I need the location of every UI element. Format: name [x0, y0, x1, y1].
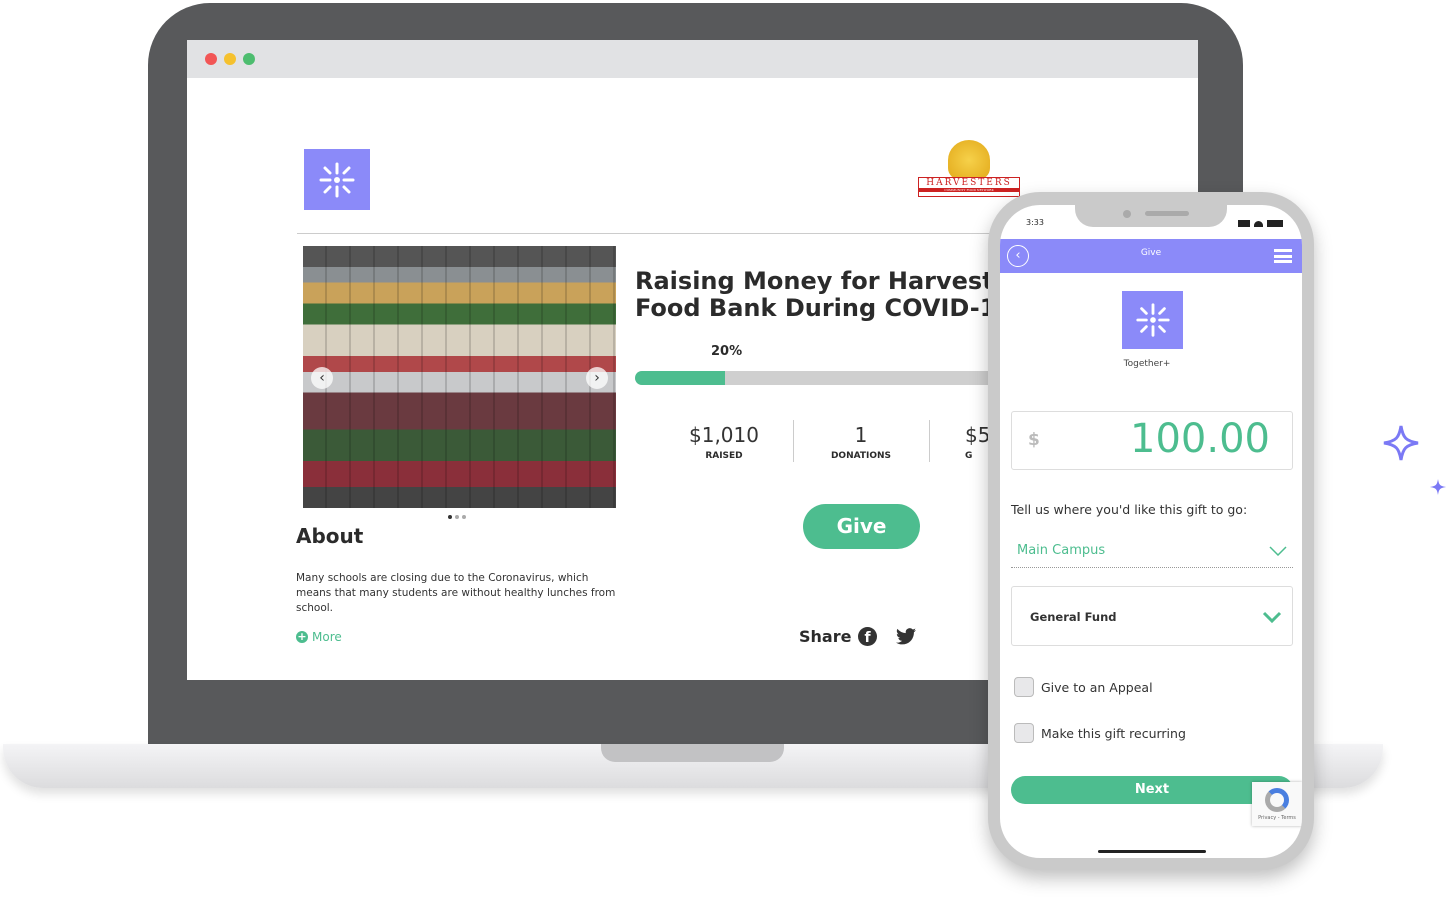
starburst-icon	[319, 162, 355, 197]
recaptcha-icon	[1265, 788, 1289, 812]
divider	[793, 420, 794, 462]
org-logo	[304, 149, 370, 210]
campaign-title: Raising Money for Harvesters Food Bank Du…	[635, 267, 1037, 322]
signal-icon	[1238, 220, 1250, 227]
harvesters-logo: HARVESTERS COMMUNITY FOOD NETWORK	[918, 140, 1020, 208]
carousel-prev-button[interactable]: ‹	[311, 367, 333, 389]
laptop-notch	[601, 744, 784, 762]
partner-logo-text: HARVESTERS	[926, 178, 1012, 188]
carousel-dot[interactable]	[462, 515, 466, 519]
battery-icon	[1267, 220, 1283, 227]
fund-select[interactable]: General Fund	[1011, 586, 1293, 646]
wifi-icon	[1254, 221, 1263, 227]
chevron-down-icon	[1269, 546, 1287, 556]
plus-circle-icon: +	[296, 630, 308, 643]
appeal-checkbox-row[interactable]: Give to an Appeal	[1014, 677, 1153, 697]
sparkle-icon	[1430, 479, 1446, 495]
appeal-checkbox[interactable]	[1014, 677, 1034, 697]
recurring-checkbox[interactable]	[1014, 723, 1034, 743]
carousel-dot[interactable]	[455, 515, 459, 519]
progress-label: 20%	[711, 344, 743, 359]
facebook-icon[interactable]: f	[858, 627, 877, 646]
home-indicator	[1098, 850, 1206, 853]
partner-logo-subtext: COMMUNITY FOOD NETWORK	[919, 188, 1019, 192]
currency-symbol: $	[1028, 430, 1040, 450]
amount-value: 100.00	[1130, 416, 1270, 462]
carousel-next-button[interactable]: ›	[586, 367, 608, 389]
minimize-dot[interactable]	[224, 53, 236, 65]
share-label: Share	[799, 627, 852, 646]
about-heading: About	[296, 524, 364, 548]
twitter-icon[interactable]	[896, 628, 916, 645]
checkbox-label: Make this gift recurring	[1041, 725, 1186, 741]
status-time: 3:33	[1026, 218, 1044, 227]
amount-input[interactable]: $ 100.00	[1011, 411, 1293, 470]
starburst-icon	[1135, 303, 1170, 337]
give-button[interactable]: Give	[803, 504, 920, 549]
progress-fill	[635, 371, 725, 385]
stat-raised: $1,010 RAISED	[689, 423, 759, 461]
org-name: Together+	[1123, 359, 1171, 369]
destination-prompt: Tell us where you'd like this gift to go…	[1011, 502, 1248, 517]
recurring-checkbox-row[interactable]: Make this gift recurring	[1014, 723, 1186, 743]
phone-header: ‹ Give	[1000, 239, 1302, 273]
next-button[interactable]: Next	[1011, 776, 1293, 804]
status-icons	[1238, 219, 1284, 227]
maximize-dot[interactable]	[243, 53, 255, 65]
menu-icon[interactable]	[1274, 249, 1292, 263]
campus-select[interactable]: Main Campus	[1011, 538, 1293, 568]
header-title: Give	[1140, 248, 1162, 258]
chevron-down-icon	[1262, 611, 1282, 623]
sparkle-icon	[1383, 425, 1419, 461]
org-logo	[1122, 291, 1183, 349]
stat-donations: 1 DONATIONS	[830, 423, 892, 461]
more-link[interactable]: + More	[296, 630, 342, 644]
browser-bar	[187, 40, 1198, 78]
phone-frame: 3:33 ‹ Give Together+ $ 100.00 Tell us w…	[988, 192, 1314, 870]
more-label: More	[312, 630, 342, 644]
recaptcha-badge[interactable]: Privacy - Terms	[1252, 782, 1302, 826]
about-text: Many schools are closing due to the Coro…	[296, 572, 616, 614]
recaptcha-text: Privacy - Terms	[1258, 815, 1296, 821]
close-dot[interactable]	[205, 53, 217, 65]
fund-select-value: General Fund	[1030, 610, 1117, 624]
campaign-photo: ‹ ›	[303, 246, 616, 508]
phone-screen: 3:33 ‹ Give Together+ $ 100.00 Tell us w…	[1000, 205, 1302, 858]
phone-notch	[1075, 205, 1227, 227]
divider	[929, 420, 930, 462]
carousel-dot[interactable]	[448, 515, 452, 519]
campus-select-value: Main Campus	[1017, 543, 1106, 558]
checkbox-label: Give to an Appeal	[1041, 679, 1153, 695]
carousel-dots	[448, 515, 466, 519]
